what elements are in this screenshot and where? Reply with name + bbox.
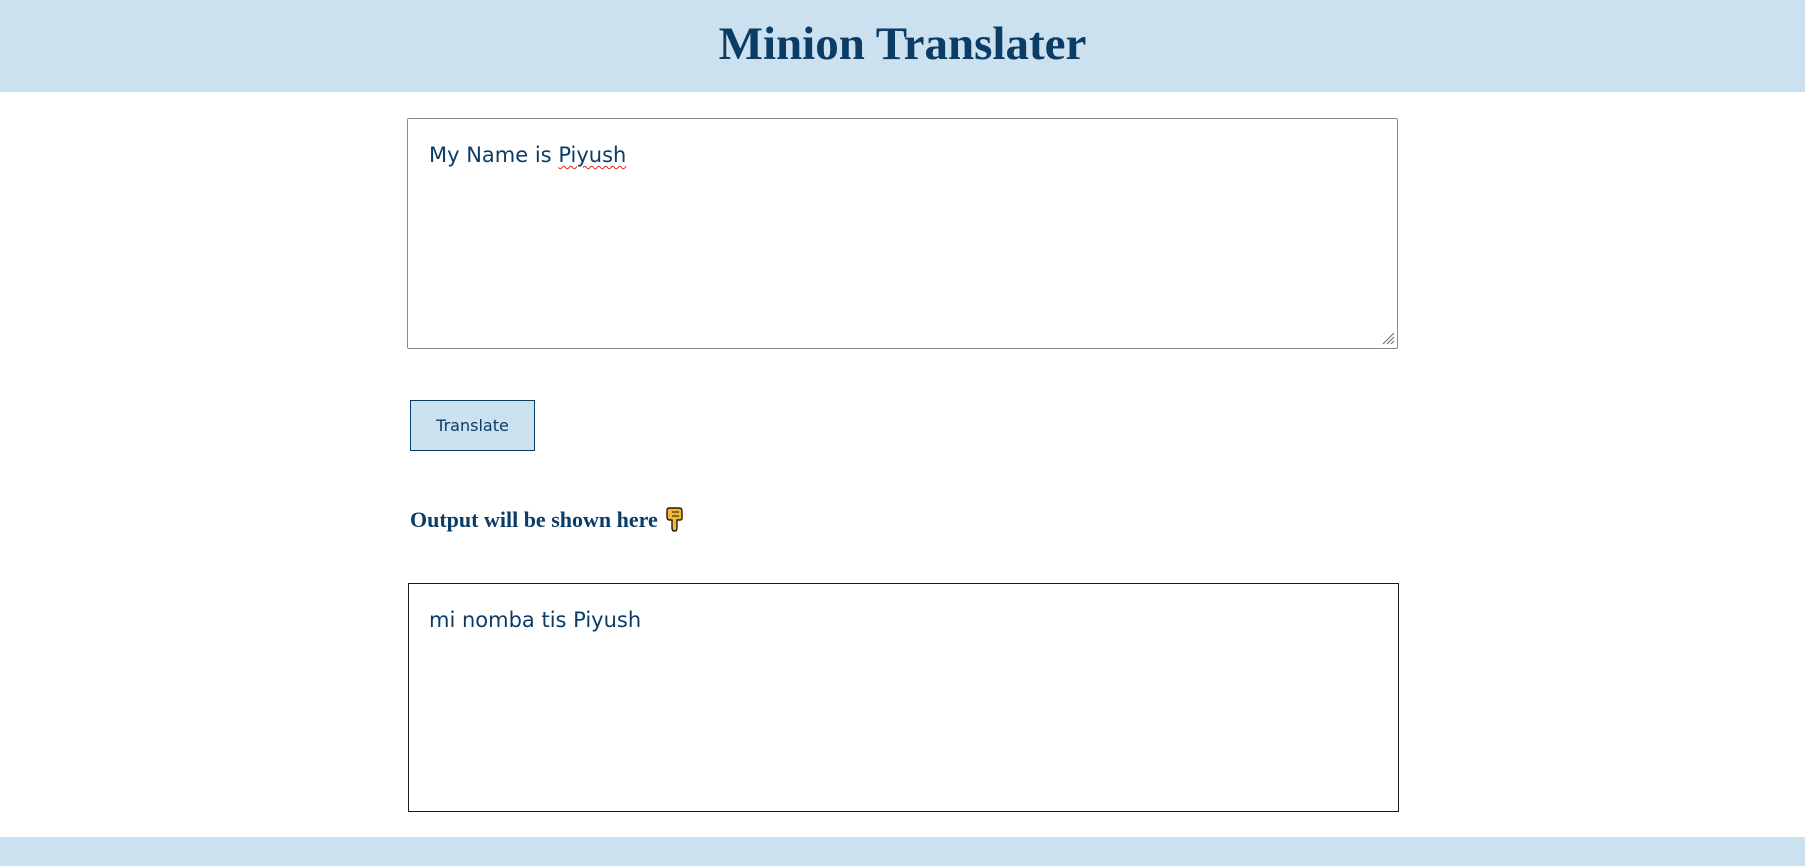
output-label-text: Output will be shown here <box>410 507 658 532</box>
output-label: Output will be shown here <box>410 503 686 537</box>
backhand-index-pointing-down-icon <box>666 507 683 532</box>
resize-grip-icon[interactable] <box>1381 331 1395 345</box>
header-bar: Minion Translater <box>0 0 1805 92</box>
input-textarea[interactable]: My Name is Piyush <box>407 118 1398 349</box>
translate-button[interactable]: Translate <box>410 400 535 451</box>
page-title: Minion Translater <box>718 18 1087 70</box>
input-text: My Name is <box>429 143 559 167</box>
input-text-misspelled-word: Piyush <box>558 143 627 167</box>
output-text: mi nomba tis Piyush <box>429 608 642 632</box>
footer-bar <box>0 837 1805 866</box>
output-box: mi nomba tis Piyush <box>408 583 1399 812</box>
